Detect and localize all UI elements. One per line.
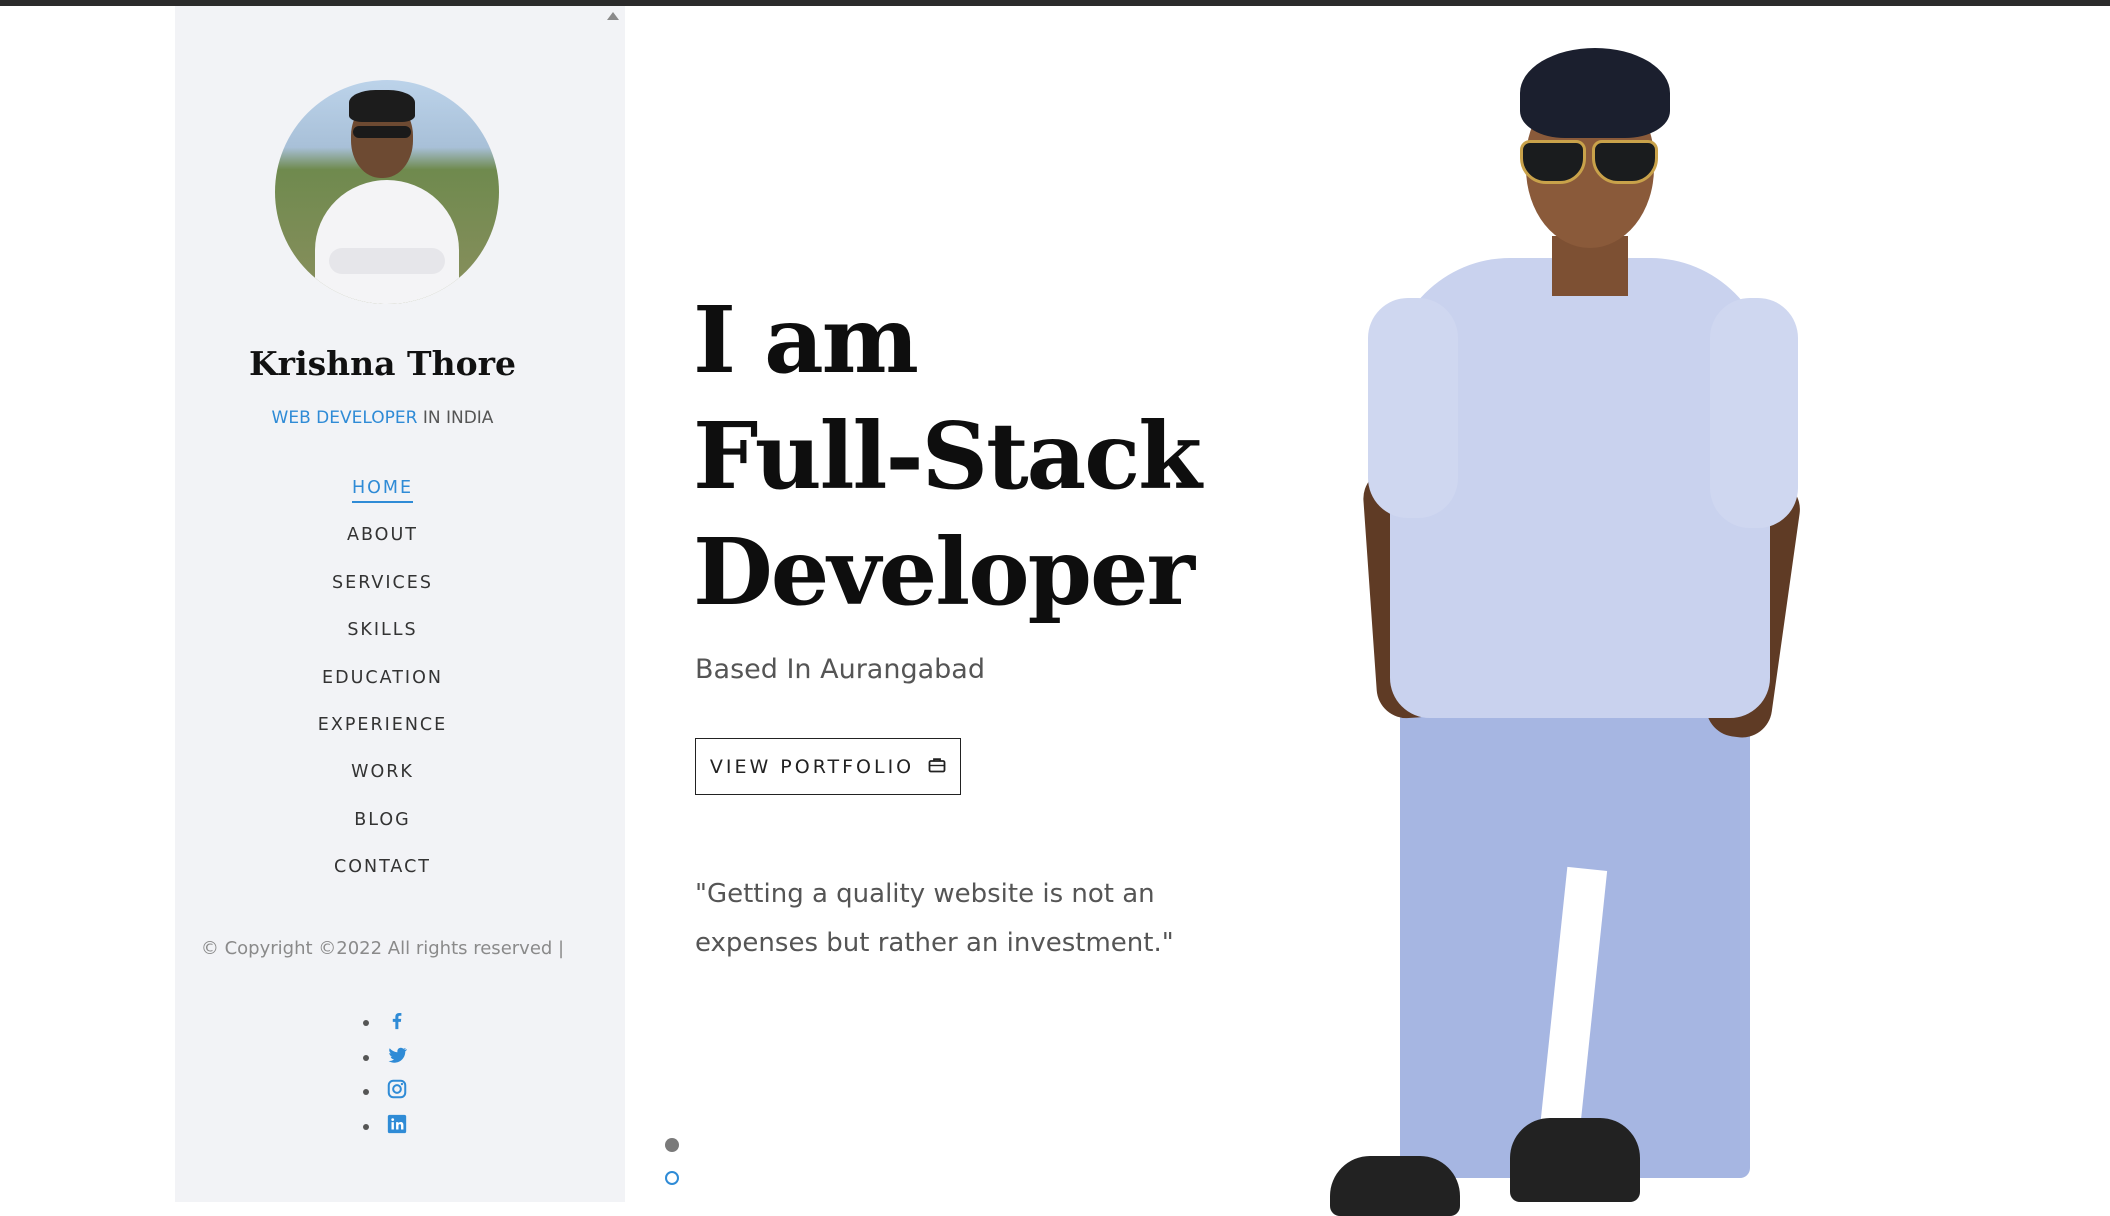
linkedin-icon[interactable] xyxy=(386,1113,408,1135)
slider-dot-1[interactable] xyxy=(665,1138,679,1152)
scroll-up-arrow-icon[interactable] xyxy=(607,12,619,20)
social-item-twitter xyxy=(363,1041,423,1076)
profile-role-location: IN INDIA xyxy=(417,408,494,428)
slider-dot-2[interactable] xyxy=(665,1171,679,1185)
copyright-text: © Copyright ©2022 All rights reserved | xyxy=(200,938,565,959)
bullet-dot xyxy=(363,1123,369,1130)
bullet-dot xyxy=(363,1089,369,1095)
hero-quote: "Getting a quality website is not an exp… xyxy=(695,879,1174,958)
profile-role: WEB DEVELOPER IN INDIA xyxy=(175,408,590,428)
nav-item-services[interactable]: SERVICES xyxy=(332,573,433,593)
nav-item-skills[interactable]: SKILLS xyxy=(347,620,417,640)
twitter-icon[interactable] xyxy=(386,1044,408,1066)
main-nav: HOME ABOUT SERVICES SKILLS EDUCATION EXP… xyxy=(175,474,590,901)
facebook-icon[interactable] xyxy=(386,1009,408,1031)
hero-portrait-image xyxy=(1330,48,1804,1216)
instagram-icon[interactable] xyxy=(386,1078,408,1100)
hero-headline: I am Full-Stack Developer xyxy=(693,282,1202,630)
nav-item-about[interactable]: ABOUT xyxy=(347,525,418,545)
nav-item-education[interactable]: EDUCATION xyxy=(322,668,443,688)
nav-item-home[interactable]: HOME xyxy=(351,478,414,503)
hero-headline-line: I am xyxy=(693,286,919,394)
briefcase-icon xyxy=(928,757,946,777)
social-item-facebook xyxy=(363,1006,423,1041)
hero-location: Based In Aurangabad xyxy=(695,654,985,685)
sidebar: Krishna Thore WEB DEVELOPER IN INDIA HOM… xyxy=(175,6,625,1202)
nav-item-contact[interactable]: CONTACT xyxy=(334,857,431,877)
hero-headline-line: Full-Stack xyxy=(693,402,1202,510)
nav-item-blog[interactable]: BLOG xyxy=(354,810,410,830)
social-item-instagram xyxy=(363,1075,423,1110)
profile-name: Krishna Thore xyxy=(249,344,516,383)
profile-role-accent: WEB DEVELOPER xyxy=(271,408,418,428)
profile-avatar xyxy=(275,80,499,304)
view-portfolio-label: VIEW PORTFOLIO xyxy=(709,755,915,778)
hero-headline-line: Developer xyxy=(693,518,1195,626)
social-item-linkedin xyxy=(363,1110,423,1145)
nav-item-work[interactable]: WORK xyxy=(351,762,414,782)
bullet-dot xyxy=(363,1054,369,1061)
bullet-dot xyxy=(363,1020,369,1026)
nav-item-experience[interactable]: EXPERIENCE xyxy=(318,715,447,735)
view-portfolio-button[interactable]: VIEW PORTFOLIO xyxy=(695,738,961,795)
social-links xyxy=(363,1006,423,1144)
